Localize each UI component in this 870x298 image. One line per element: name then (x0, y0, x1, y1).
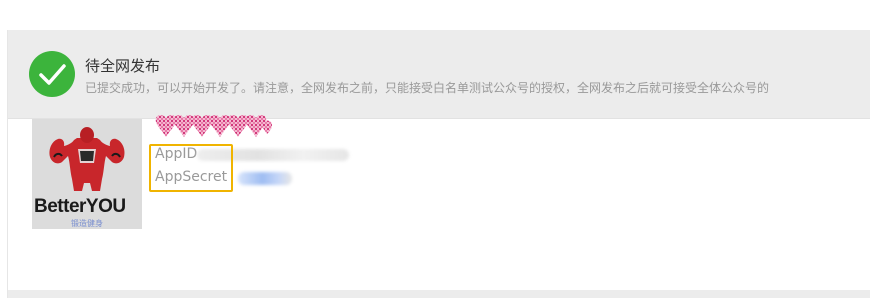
bodybuilder-logo-icon (49, 127, 125, 191)
appsecret-value-redacted (238, 172, 292, 185)
section-divider (8, 290, 870, 298)
status-banner: 待全网发布 已提交成功，可以开始开发了。请注意，全网发布之前，只能接受白名单测试… (8, 30, 870, 119)
app-name-redacted (155, 115, 272, 137)
logo-brand-subtext: 锻造健身 (71, 219, 103, 228)
status-description: 已提交成功，可以开始开发了。请注意，全网发布之前，只能接受白名单测试公众号的授权… (85, 81, 770, 95)
status-title: 待全网发布 (85, 57, 161, 75)
page: 待全网发布 已提交成功，可以开始开发了。请注意，全网发布之前，只能接受白名单测试… (0, 0, 870, 298)
app-logo: BetterYOU 锻造健身 (32, 119, 142, 229)
check-circle-icon (29, 51, 75, 97)
credential-highlight-box (149, 144, 233, 192)
logo-brand-text: BetterYOU (34, 196, 126, 217)
